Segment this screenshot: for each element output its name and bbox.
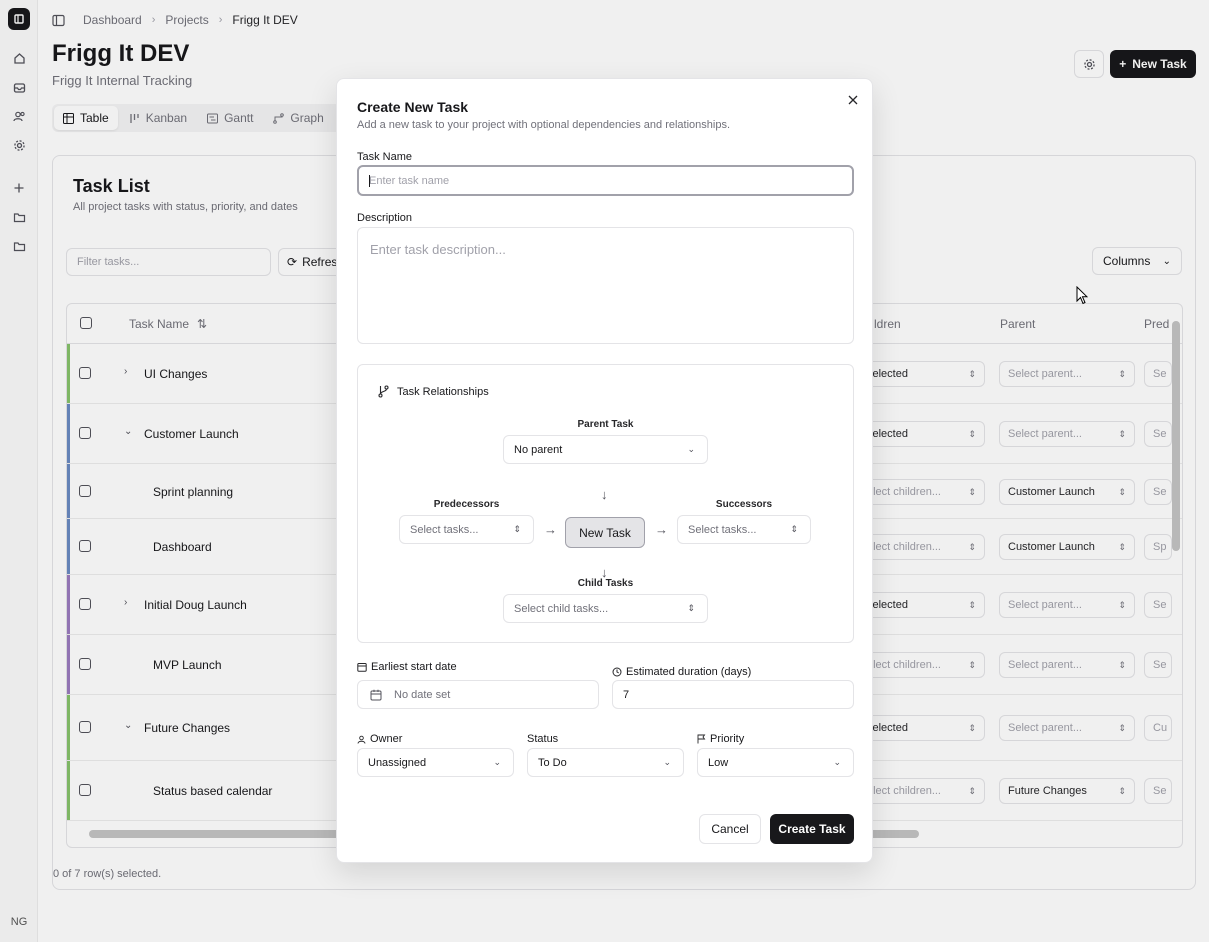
create-task-button[interactable]: Create Task [770,814,854,844]
start-date-picker[interactable]: No date set [357,680,599,709]
status-label: Status [527,733,559,745]
duration-input[interactable]: 7 [612,680,854,709]
description-label: Description [357,212,413,224]
calendar-icon [357,663,367,672]
successors-select[interactable]: Select tasks... ⇕ [677,515,811,544]
close-icon[interactable] [845,92,861,108]
arrow-down-icon: ↓ [601,487,608,502]
new-task-node: New Task [565,517,645,548]
priority-label: Priority [697,733,744,745]
predecessors-label: Predecessors [433,499,500,510]
chevron-down-icon: ⌄ [687,444,695,454]
git-branch-icon [378,385,389,398]
owner-select[interactable]: Unassigned ⌄ [357,748,514,777]
priority-select[interactable]: Low ⌄ [697,748,854,777]
arrow-right-icon: → [655,522,668,537]
duration-label: Estimated duration (days) [612,666,751,678]
chevron-down-icon: ⌄ [493,757,501,767]
status-select[interactable]: To Do ⌄ [527,748,684,777]
chevron-down-icon: ⌄ [833,757,841,767]
description-textarea[interactable]: Enter task description... [357,227,854,344]
parent-task-select[interactable]: No parent ⌄ [503,435,708,464]
chevron-updown-icon: ⇕ [687,603,695,613]
user-icon [357,735,366,744]
predecessors-select[interactable]: Select tasks... ⇕ [399,515,534,544]
calendar-icon [370,689,382,700]
relationships-heading: Task Relationships [377,385,489,398]
task-name-input[interactable]: Enter task name [357,165,854,196]
arrow-right-icon: → [544,522,557,537]
mouse-cursor-icon [1076,285,1089,308]
task-name-label: Task Name [357,151,413,163]
cancel-button[interactable]: Cancel [699,814,761,844]
dialog-description: Add a new task to your project with opti… [357,119,731,131]
text-caret [369,175,370,187]
clock-icon [612,667,622,677]
dialog-title: Create New Task [357,99,469,115]
create-task-dialog: Create New Task Add a new task to your p… [336,78,873,863]
chevron-down-icon: ⌄ [663,757,671,767]
chevron-updown-icon: ⇕ [513,524,521,534]
child-tasks-label: Child Tasks [577,578,634,589]
successors-label: Successors [715,499,773,510]
start-date-label: Earliest start date [357,661,457,673]
owner-label: Owner [357,733,402,745]
parent-task-label: Parent Task [577,419,634,430]
flag-icon [697,734,706,744]
chevron-updown-icon: ⇕ [790,524,798,534]
task-relationships-panel: Task Relationships Parent Task No parent… [357,364,854,643]
child-tasks-select[interactable]: Select child tasks... ⇕ [503,594,708,623]
